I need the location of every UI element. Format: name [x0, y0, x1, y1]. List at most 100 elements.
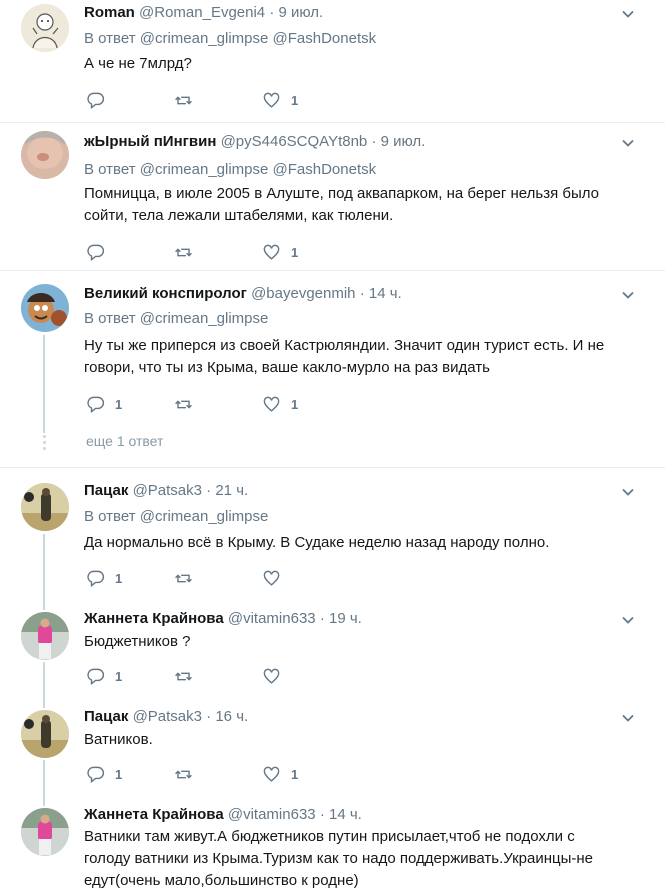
- like-button[interactable]: [262, 665, 291, 687]
- reply-context: В ответ @crimean_glimpse @FashDonetsk: [84, 29, 376, 49]
- tweet-header: Жаннета Крайнова @vitamin633 · 14 ч.: [84, 805, 362, 825]
- retweet-button[interactable]: [174, 89, 193, 111]
- retweet-button[interactable]: [174, 567, 193, 589]
- reply-button[interactable]: 1: [86, 665, 122, 687]
- thread-line: [43, 335, 45, 433]
- heart-icon: [263, 766, 280, 782]
- reply-button[interactable]: [86, 241, 115, 263]
- cartoon-avatar-icon: [21, 284, 69, 332]
- retweet-button[interactable]: [174, 665, 193, 687]
- chevron-down-icon[interactable]: [620, 484, 636, 500]
- timestamp[interactable]: 14 ч.: [329, 806, 362, 823]
- like-button[interactable]: 1: [262, 89, 298, 111]
- thread-line: [43, 534, 45, 596]
- avatar[interactable]: [21, 710, 69, 758]
- author-name[interactable]: Жаннета Крайнова: [84, 806, 224, 823]
- separator-dot: ·: [319, 610, 325, 627]
- avatar[interactable]: [21, 483, 69, 531]
- like-button[interactable]: 1: [262, 241, 298, 263]
- tweet-text: Ну ты же приперся из своей Кастрюляндии.…: [84, 337, 605, 376]
- like-count: 1: [291, 244, 299, 260]
- retweet-icon: [175, 399, 192, 409]
- like-count: 1: [291, 92, 299, 108]
- tweet[interactable]: Жаннета Крайнова @vitamin633 · 14 ч. Ват…: [0, 792, 665, 896]
- author-name[interactable]: Жаннета Крайнова: [84, 610, 224, 627]
- reply-mentions[interactable]: @crimean_glimpse: [140, 310, 269, 327]
- reply-button[interactable]: 1: [86, 763, 122, 785]
- timestamp[interactable]: 16 ч.: [215, 708, 248, 725]
- separator-dot: ·: [319, 806, 325, 823]
- reply-context: В ответ @crimean_glimpse: [84, 507, 268, 527]
- tweet[interactable]: жЫрный пИнгвин @pyS446SCQAYt8nb · 9 июл.…: [0, 123, 665, 271]
- avatar[interactable]: [21, 4, 69, 52]
- retweet-button[interactable]: [174, 763, 193, 785]
- reply-prefix: В ответ: [84, 30, 136, 47]
- heart-icon: [263, 668, 280, 684]
- tweet-text: Ватников.: [84, 731, 153, 748]
- author-name[interactable]: жЫрный пИнгвин: [84, 133, 216, 150]
- author-handle[interactable]: @Patsak3: [133, 482, 202, 499]
- reply-button[interactable]: [86, 89, 115, 111]
- author-handle[interactable]: @pyS446SCQAYt8nb: [221, 133, 368, 150]
- tweet[interactable]: Пацак @Patsak3 · 16 ч. Ватников. 1 1: [0, 694, 665, 792]
- chevron-down-icon[interactable]: [620, 612, 636, 628]
- retweet-icon: [175, 671, 192, 681]
- author-name[interactable]: Пацак: [84, 482, 128, 499]
- reply-icon: [87, 766, 105, 783]
- avatar[interactable]: [21, 808, 69, 856]
- thread-line: [43, 694, 45, 708]
- reply-count: 1: [115, 668, 123, 684]
- reply-button[interactable]: 1: [86, 567, 122, 589]
- author-handle[interactable]: @Patsak3: [133, 708, 202, 725]
- timestamp[interactable]: 21 ч.: [215, 482, 248, 499]
- like-count: 1: [291, 396, 299, 412]
- author-handle[interactable]: @Roman_Evgeni4: [139, 4, 265, 21]
- tweet[interactable]: Пацак @Patsak3 · 21 ч. В ответ @crimean_…: [0, 468, 665, 596]
- author-name[interactable]: Пацак: [84, 708, 128, 725]
- tweet[interactable]: Великий конспиролог @bayevgenmih · 14 ч.…: [0, 271, 665, 468]
- avatar[interactable]: [21, 612, 69, 660]
- timestamp[interactable]: 14 ч.: [369, 285, 402, 302]
- tweet[interactable]: Roman @Roman_Evgeni4 · 9 июл. В ответ @c…: [0, 0, 665, 123]
- retweet-button[interactable]: [174, 393, 193, 415]
- tweet-header: Roman @Roman_Evgeni4 · 9 июл.: [84, 3, 323, 23]
- separator-dot: ·: [206, 708, 212, 725]
- timestamp[interactable]: 9 июл.: [381, 133, 426, 150]
- separator-dot: ·: [269, 4, 275, 21]
- chevron-down-icon[interactable]: [620, 710, 636, 726]
- like-button[interactable]: 1: [262, 763, 298, 785]
- like-button[interactable]: [262, 567, 291, 589]
- avatar[interactable]: [21, 284, 69, 332]
- thread-line: [43, 596, 45, 610]
- reply-icon: [87, 396, 105, 413]
- tweet[interactable]: Жаннета Крайнова @vitamin633 · 19 ч. Бюд…: [0, 596, 665, 694]
- author-handle[interactable]: @bayevgenmih: [251, 285, 355, 302]
- tweet-text: Да нормально всё в Крыму. В Судаке недел…: [84, 534, 550, 551]
- reply-count: 1: [115, 766, 123, 782]
- chevron-down-icon[interactable]: [620, 135, 636, 151]
- avatar[interactable]: [21, 131, 69, 179]
- like-button[interactable]: 1: [262, 393, 298, 415]
- heart-icon: [263, 244, 280, 260]
- timestamp[interactable]: 9 июл.: [279, 4, 324, 21]
- reply-mentions[interactable]: @crimean_glimpse @FashDonetsk: [140, 30, 376, 47]
- author-name[interactable]: Roman: [84, 4, 135, 21]
- tweet-actions: 1: [86, 241, 346, 263]
- show-more-replies-link[interactable]: еще 1 ответ: [86, 433, 163, 449]
- reply-button[interactable]: 1: [86, 393, 122, 415]
- reply-context: В ответ @crimean_glimpse @FashDonetsk: [84, 160, 376, 180]
- reply-mentions[interactable]: @crimean_glimpse: [140, 508, 269, 525]
- chevron-down-icon[interactable]: [620, 287, 636, 303]
- author-handle[interactable]: @vitamin633: [228, 806, 316, 823]
- retweet-icon: [175, 573, 192, 583]
- retweet-button[interactable]: [174, 241, 193, 263]
- thread-line: [43, 792, 45, 806]
- author-handle[interactable]: @vitamin633: [228, 610, 316, 627]
- timestamp[interactable]: 19 ч.: [329, 610, 362, 627]
- reply-mentions[interactable]: @crimean_glimpse @FashDonetsk: [140, 161, 376, 178]
- tweet-text: Бюджетников ?: [84, 633, 191, 650]
- tweet-header: Жаннета Крайнова @vitamin633 · 19 ч.: [84, 609, 362, 629]
- chevron-down-icon[interactable]: [620, 6, 636, 22]
- author-name[interactable]: Великий конспиролог: [84, 285, 247, 302]
- separator-dot: ·: [359, 285, 365, 302]
